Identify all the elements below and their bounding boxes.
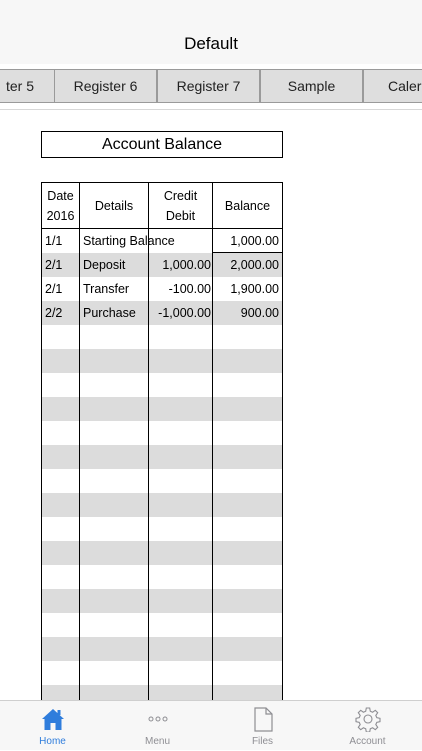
empty-ledger-row[interactable] bbox=[42, 637, 282, 661]
empty-ledger-row[interactable] bbox=[42, 613, 282, 637]
tabbar-menu[interactable]: Menu bbox=[105, 701, 210, 751]
tabbar-home-label: Home bbox=[39, 736, 66, 747]
file-icon bbox=[210, 706, 315, 732]
ledger-table: Date 2016 Details Credit Debit Balance 1… bbox=[41, 182, 283, 700]
header-balance-label: Balance bbox=[224, 198, 271, 213]
row-date: 2/1 bbox=[45, 258, 63, 272]
empty-ledger-row[interactable] bbox=[42, 373, 282, 397]
row-details: Purchase bbox=[83, 306, 136, 320]
row-balance: 2,000.00 bbox=[230, 258, 279, 272]
column-divider bbox=[148, 183, 149, 700]
header-date: Date 2016 bbox=[42, 183, 79, 229]
header-date-label: Date bbox=[47, 188, 74, 203]
more-dots-icon bbox=[105, 706, 210, 732]
empty-ledger-row[interactable] bbox=[42, 493, 282, 517]
tabbar-account-label: Account bbox=[349, 736, 386, 747]
tab-calendar[interactable]: Caler bbox=[363, 69, 422, 103]
row-balance: 900.00 bbox=[240, 306, 279, 320]
header-credit-debit: Credit Debit bbox=[149, 183, 212, 229]
gear-icon bbox=[315, 706, 420, 732]
tab-register-5[interactable]: ter 5 bbox=[0, 69, 55, 103]
ledger-row[interactable]: 2/1 Deposit 1,000.00 2,000.00 bbox=[42, 253, 282, 277]
empty-ledger-row[interactable] bbox=[42, 469, 282, 493]
header-year-label: 2016 bbox=[46, 208, 75, 223]
header-debit-label: Debit bbox=[165, 208, 196, 223]
column-divider bbox=[79, 183, 80, 700]
tabbar-files[interactable]: Files bbox=[210, 701, 315, 751]
empty-ledger-row[interactable] bbox=[42, 421, 282, 445]
tab-register-6[interactable]: Register 6 bbox=[54, 69, 157, 103]
row-amount: -1,000.00 bbox=[158, 306, 211, 320]
navigation-bar: Default bbox=[0, 0, 422, 65]
row-date: 2/1 bbox=[45, 282, 63, 296]
ledger-row[interactable]: 1/1 Starting Balance 1,000.00 bbox=[42, 229, 282, 253]
empty-ledger-row[interactable] bbox=[42, 445, 282, 469]
account-balance-title: Account Balance bbox=[41, 131, 283, 158]
empty-ledger-row[interactable] bbox=[42, 541, 282, 565]
empty-ledger-row[interactable] bbox=[42, 325, 282, 349]
empty-ledger-row[interactable] bbox=[42, 685, 282, 700]
empty-ledger-row[interactable] bbox=[42, 349, 282, 373]
tabbar-account[interactable]: Account bbox=[315, 701, 420, 751]
tab-sample[interactable]: Sample bbox=[260, 69, 363, 103]
row-date: 2/2 bbox=[45, 306, 63, 320]
header-details: Details bbox=[80, 183, 148, 229]
page-title: Default bbox=[184, 34, 238, 53]
empty-ledger-row[interactable] bbox=[42, 397, 282, 421]
row-details: Starting Balance bbox=[83, 234, 175, 248]
header-details-label: Details bbox=[94, 198, 134, 213]
bottom-tab-bar: Home Menu Files Account bbox=[0, 700, 422, 750]
home-icon bbox=[0, 706, 105, 732]
empty-ledger-row[interactable] bbox=[42, 661, 282, 685]
tabbar-home[interactable]: Home bbox=[0, 701, 105, 751]
row-details: Transfer bbox=[83, 282, 130, 296]
empty-ledger-row[interactable] bbox=[42, 589, 282, 613]
row-date: 1/1 bbox=[45, 234, 63, 248]
row-balance: 1,900.00 bbox=[230, 282, 279, 296]
header-balance: Balance bbox=[213, 183, 282, 229]
header-credit-label: Credit bbox=[163, 188, 198, 203]
column-divider bbox=[212, 183, 213, 700]
empty-ledger-row[interactable] bbox=[42, 517, 282, 541]
empty-ledger-row[interactable] bbox=[42, 565, 282, 589]
row-balance: 1,000.00 bbox=[230, 234, 279, 248]
row-details: Deposit bbox=[83, 258, 126, 272]
tabbar-menu-label: Menu bbox=[144, 736, 170, 747]
row-amount: 1,000.00 bbox=[162, 258, 211, 272]
row-amount: -100.00 bbox=[168, 282, 211, 296]
register-tab-strip[interactable]: ter 5 Register 6 Register 7 Sample Caler bbox=[0, 64, 422, 110]
tab-register-7[interactable]: Register 7 bbox=[157, 69, 260, 103]
ledger-row[interactable]: 2/1 Transfer -100.00 1,900.00 bbox=[42, 277, 282, 301]
tabbar-files-label: Files bbox=[251, 736, 274, 747]
ledger-row[interactable]: 2/2 Purchase -1,000.00 900.00 bbox=[42, 301, 282, 325]
